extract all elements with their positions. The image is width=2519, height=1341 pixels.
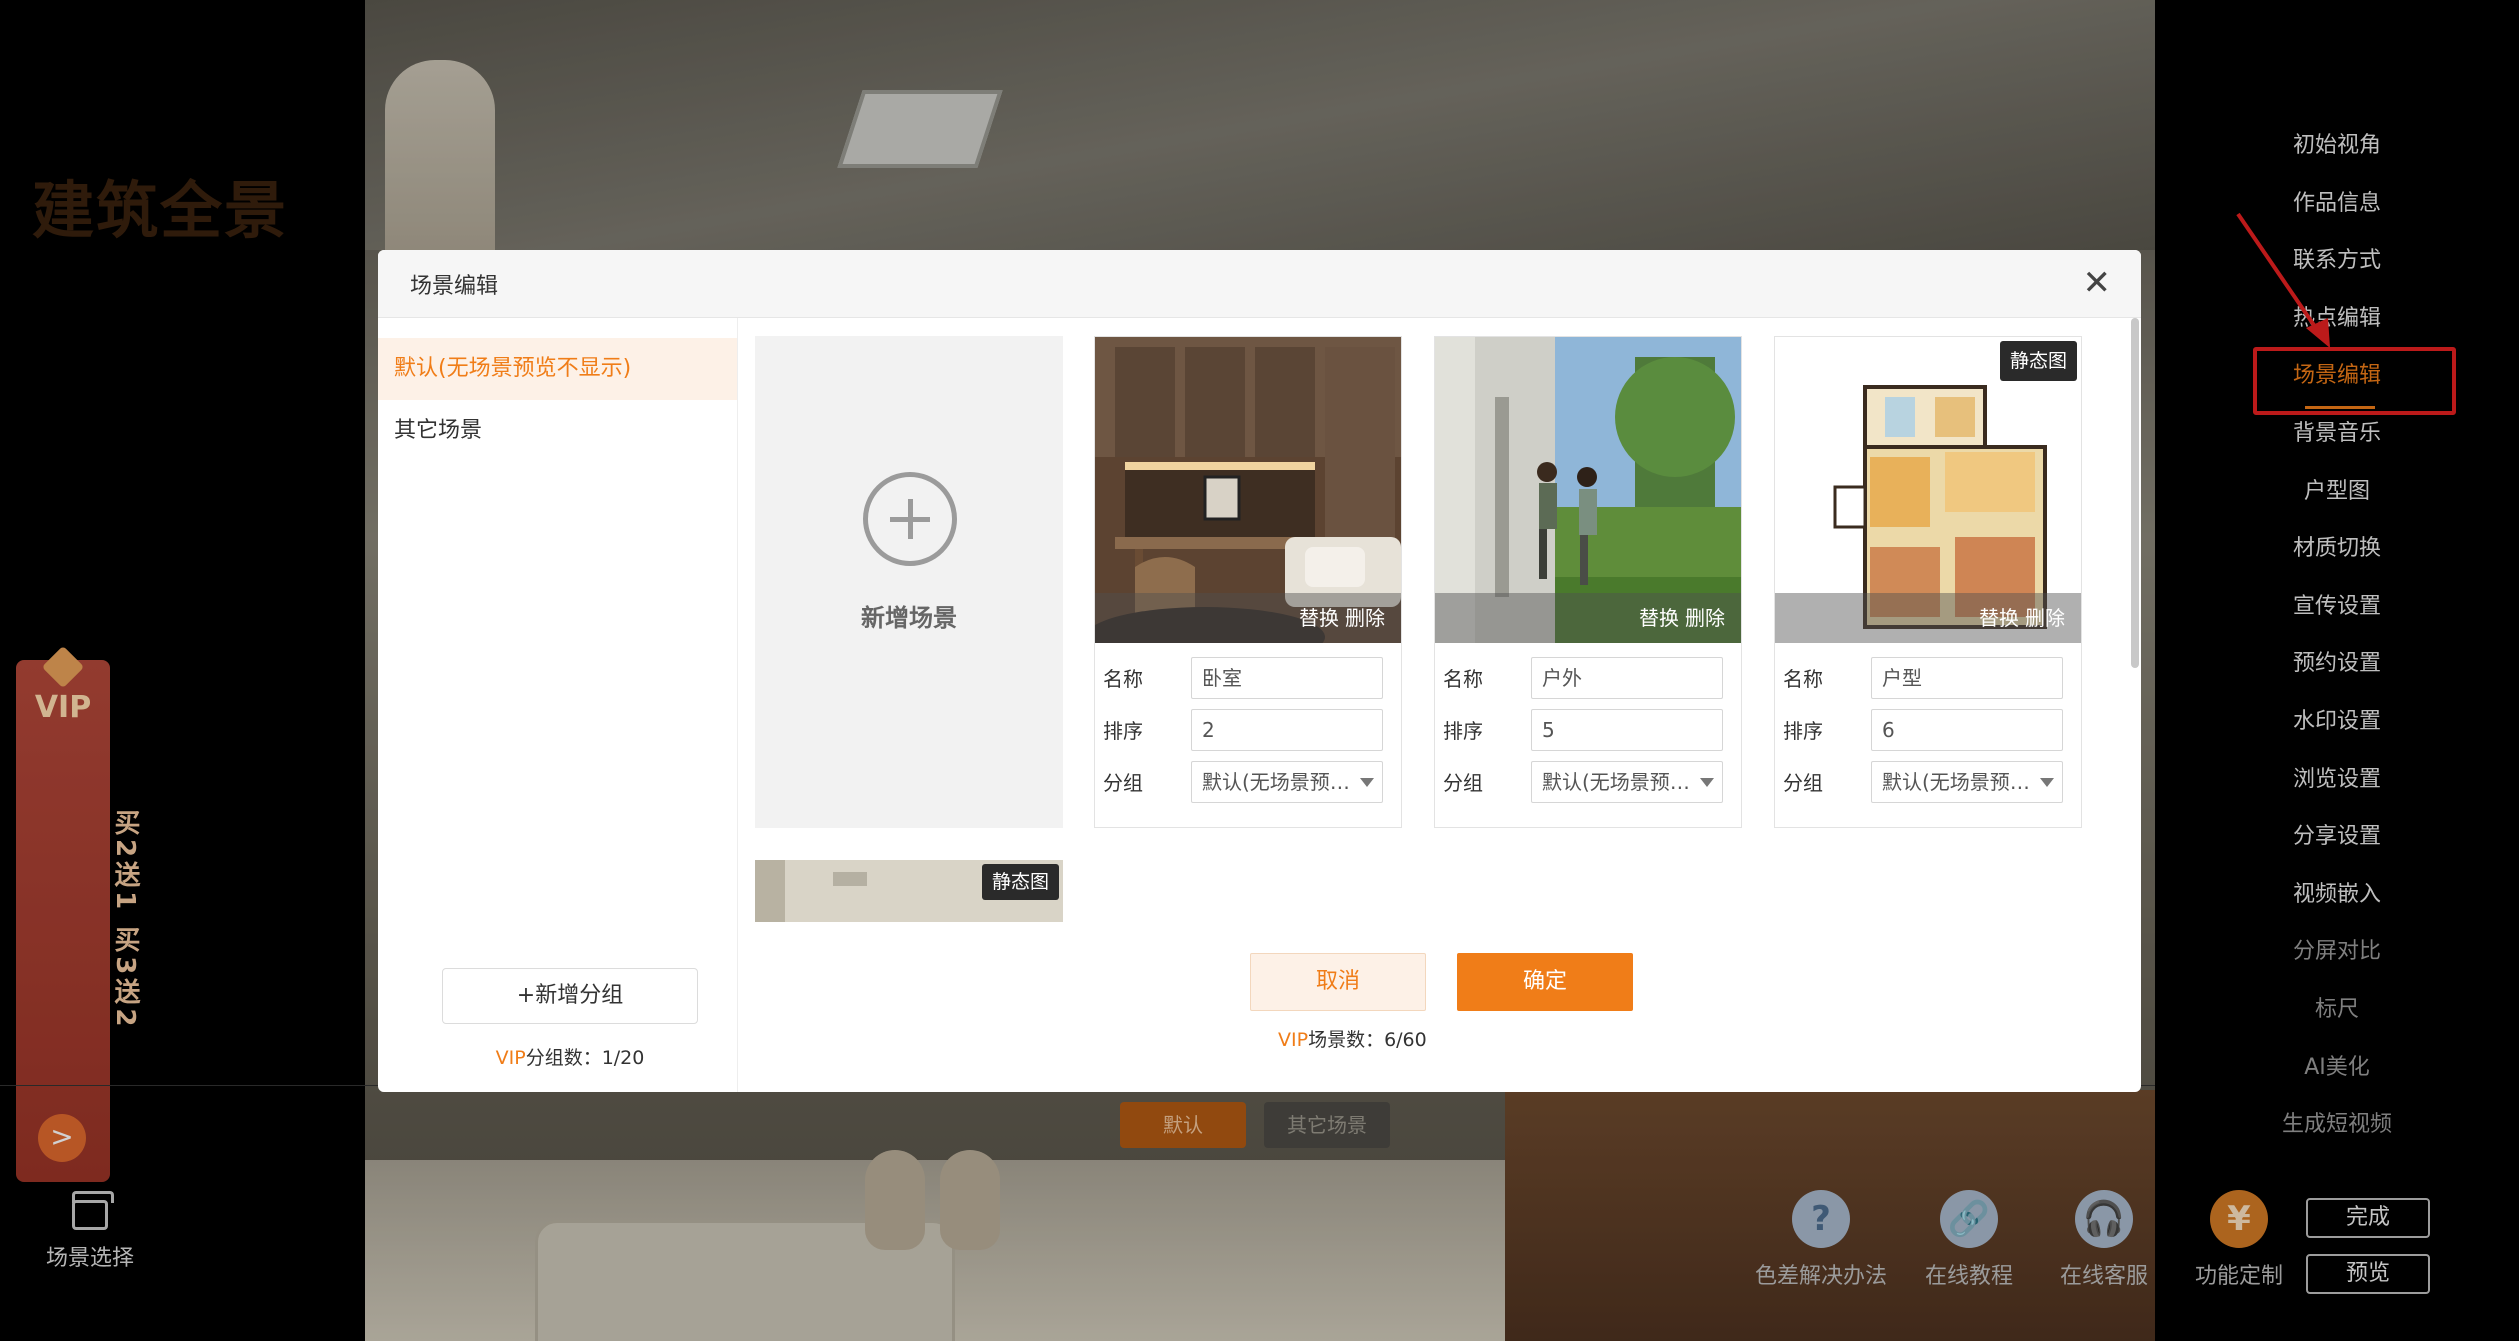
thumb-actions: 替换 删除	[1095, 593, 1401, 643]
group-select[interactable]: 默认(无场景预览不显示)	[1191, 761, 1383, 803]
group-count-text: 分组数：1/20	[525, 1047, 645, 1069]
order-label: 排序	[1443, 719, 1483, 743]
modal-title: 场景编辑	[410, 274, 499, 299]
order-label: 排序	[1783, 719, 1823, 743]
plus-circle-icon	[863, 472, 957, 566]
name-label: 名称	[1783, 667, 1823, 691]
scene-thumbnail-floorplan[interactable]: 静态图 替换 删除	[1775, 337, 2081, 643]
scene-grid: 新增场景 替换 删除 名称 卧室 排序 2 分组 默认(无场景预览不 替换 删除…	[755, 336, 2135, 936]
replace-button[interactable]: 替换	[1979, 606, 2019, 630]
group-select-value: 默认(无场景预览不显示)	[1542, 770, 1722, 794]
delete-button[interactable]: 删除	[1345, 606, 1385, 630]
scene-card: 静态图 替换删除 名称 户型 排序 6 分组 默认(无场景预览不显示)	[1774, 336, 2082, 828]
close-icon[interactable]: ✕	[2083, 266, 2112, 300]
order-label: 排序	[1103, 719, 1143, 743]
chevron-down-icon	[1700, 778, 1714, 787]
group-list: 默认(无场景预览不显示) 其它场景 +新增分组 VIP分组数：1/20	[378, 318, 738, 1092]
scene-card: 替换删除 名称 卧室 排序 2 分组 默认(无场景预览不显示)	[1094, 336, 1402, 828]
order-field-row: 排序 6	[1783, 709, 2073, 753]
chevron-down-icon	[2040, 778, 2054, 787]
name-label: 名称	[1443, 667, 1483, 691]
chevron-down-icon	[1360, 778, 1374, 787]
group-item-other[interactable]: 其它场景	[378, 400, 737, 462]
replace-button[interactable]: 替换	[1299, 606, 1339, 630]
delete-button[interactable]: 删除	[2025, 606, 2065, 630]
order-field-row: 排序 5	[1443, 709, 1733, 753]
group-count: VIP分组数：1/20	[378, 1043, 762, 1070]
name-label: 名称	[1103, 667, 1143, 691]
group-field-row: 分组 默认(无场景预览不显示)	[1783, 761, 2073, 805]
scene-thumbnail-outdoor[interactable]: 替换 删除	[1435, 337, 1741, 643]
cancel-button[interactable]: 取消	[1250, 953, 1426, 1011]
scene-thumbnail-bedroom[interactable]: 替换 删除	[1095, 337, 1401, 643]
group-item-default[interactable]: 默认(无场景预览不显示)	[378, 338, 737, 400]
order-input[interactable]: 5	[1531, 709, 1723, 751]
group-select-value: 默认(无场景预览不显示)	[1882, 770, 2062, 794]
add-scene-button[interactable]: 新增场景	[755, 336, 1063, 828]
group-field-row: 分组 默认(无场景预览不显示)	[1103, 761, 1393, 805]
static-image-badge: 静态图	[1999, 341, 2077, 381]
order-field-row: 排序 2	[1103, 709, 1393, 753]
name-input[interactable]: 户外	[1531, 657, 1723, 699]
static-image-badge: 静态图	[981, 864, 1059, 900]
name-input[interactable]: 卧室	[1191, 657, 1383, 699]
thumb-actions: 替换 删除	[1435, 593, 1741, 643]
group-field-row: 分组 默认(无场景预览不显示)	[1443, 761, 1733, 805]
vip-tag: VIP	[1278, 1029, 1309, 1051]
replace-button[interactable]: 替换	[1639, 606, 1679, 630]
order-input[interactable]: 2	[1191, 709, 1383, 751]
group-label: 分组	[1783, 771, 1823, 795]
confirm-button[interactable]: 确定	[1457, 953, 1633, 1011]
name-field-row: 名称 户外	[1443, 657, 1733, 701]
group-label: 分组	[1443, 771, 1483, 795]
name-field-row: 名称 卧室	[1103, 657, 1393, 701]
order-input[interactable]: 6	[1871, 709, 2063, 751]
delete-button[interactable]: 删除	[1685, 606, 1725, 630]
name-field-row: 名称 户型	[1783, 657, 2073, 701]
vip-tag: VIP	[495, 1047, 526, 1069]
modal-header: 场景编辑 ✕	[378, 250, 2141, 318]
add-scene-label: 新增场景	[861, 604, 957, 632]
scene-edit-modal: 场景编辑 ✕ 默认(无场景预览不显示) 其它场景 +新增分组 VIP分组数：1/…	[378, 250, 2141, 1092]
group-select[interactable]: 默认(无场景预览不显示)	[1871, 761, 2063, 803]
scene-thumbnail-bathroom[interactable]: 静态图	[755, 860, 1063, 922]
scene-count-text: 场景数：6/60	[1308, 1029, 1427, 1051]
scene-count: VIP场景数：6/60	[1278, 1025, 1678, 1052]
group-label: 分组	[1103, 771, 1143, 795]
thumb-actions: 替换 删除	[1775, 593, 2081, 643]
group-select[interactable]: 默认(无场景预览不显示)	[1531, 761, 1723, 803]
scene-card: 替换删除 名称 户外 排序 5 分组 默认(无场景预览不显示)	[1434, 336, 1742, 828]
group-select-value: 默认(无场景预览不显示)	[1202, 770, 1382, 794]
name-input[interactable]: 户型	[1871, 657, 2063, 699]
add-group-button[interactable]: +新增分组	[442, 968, 698, 1024]
